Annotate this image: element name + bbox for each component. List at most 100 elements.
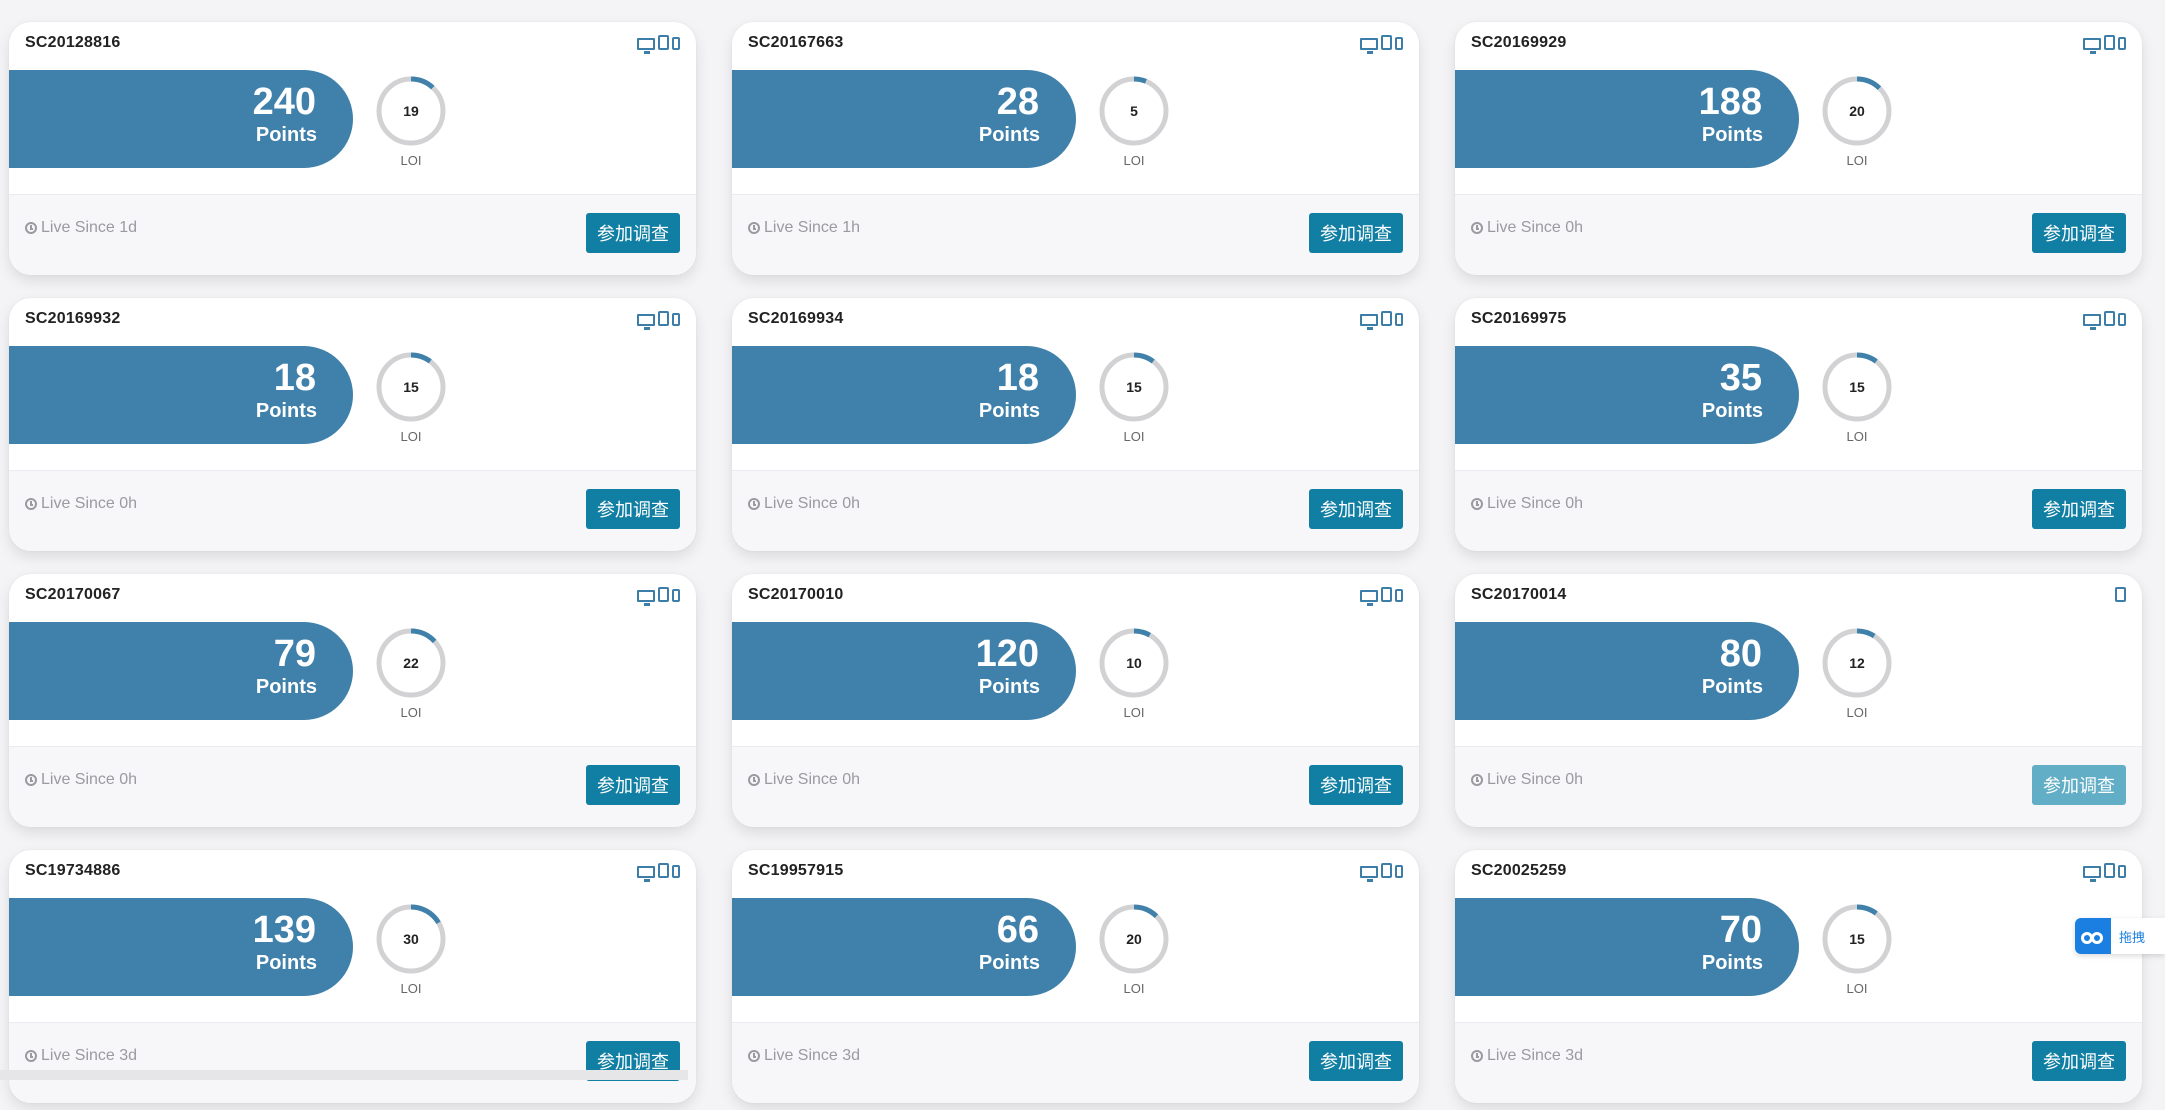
join-survey-button[interactable]: 参加调查 [586,213,680,253]
survey-card: SC19957915 desktop-icontablet-iconphone-… [732,850,1419,1103]
card-footer: Live Since 0h 参加调查 [1455,194,2142,275]
live-since: Live Since 3d [25,1047,137,1065]
live-since: Live Since 0h [1471,771,1583,789]
desktop-icon: desktop-icon [2083,38,2101,54]
points-pill: 240 Points [9,70,353,168]
phone-icon: phone-icon [672,865,680,878]
points-value: 66 [996,909,1039,951]
desktop-icon: desktop-icon [1360,38,1378,54]
card-footer: Live Since 3d 参加调查 [9,1022,696,1103]
survey-card: SC20169975 desktop-icontablet-iconphone-… [1455,298,2142,551]
points-label: Points [255,952,317,974]
survey-card: SC20170010 desktop-icontablet-iconphone-… [732,574,1419,827]
points-pill: 28 Points [732,70,1076,168]
join-survey-button[interactable]: 参加调查 [586,489,680,529]
points-pill: 80 Points [1455,622,1799,720]
phone-icon: phone-icon [672,37,680,50]
survey-card: SC20169929 desktop-icontablet-iconphone-… [1455,22,2142,275]
live-since: Live Since 0h [1471,495,1583,513]
loi-label: LOI [1846,153,1868,168]
survey-card: SC20128816 desktop-icontablet-iconphone-… [9,22,696,275]
join-survey-button[interactable]: 参加调查 [1309,489,1403,529]
points-pill: 18 Points [732,346,1076,444]
join-survey-button[interactable]: 参加调查 [2032,765,2126,805]
survey-id: SC20170010 [748,586,844,603]
tablet-icon: tablet-icon [1381,311,1392,326]
loi-value: 15 [1849,379,1865,395]
tablet-icon: tablet-icon [1381,863,1392,878]
live-since: Live Since 3d [748,1047,860,1065]
desktop-icon: desktop-icon [637,314,655,330]
points-pill: 79 Points [9,622,353,720]
tablet-icon: tablet-icon [658,863,669,878]
card-footer: Live Since 0h 参加调查 [9,746,696,827]
tablet-icon: tablet-icon [2104,311,2115,326]
loi-label: LOI [1846,705,1868,720]
join-survey-button[interactable]: 参加调查 [1309,1041,1403,1081]
card-footer: Live Since 0h 参加调查 [1455,746,2142,827]
loi-label: LOI [1846,429,1868,444]
points-value: 70 [1719,909,1762,951]
join-survey-button[interactable]: 参加调查 [1309,213,1403,253]
card-footer: Live Since 3d 参加调查 [732,1022,1419,1103]
loi-value: 15 [1126,379,1142,395]
phone-icon: phone-icon [2118,313,2126,326]
live-since-text: Live Since 0h [764,771,861,788]
clock-icon [1471,774,1483,786]
device-icons: desktop-icontablet-iconphone-icon [1360,311,1403,330]
card-footer: Live Since 3d 参加调查 [1455,1022,2142,1103]
clock-icon [748,222,760,234]
join-survey-button[interactable]: 参加调查 [2032,489,2126,529]
survey-id: SC20169975 [1471,310,1567,327]
card-footer: Live Since 0h 参加调查 [1455,470,2142,551]
tablet-icon: tablet-icon [2104,863,2115,878]
live-since-text: Live Since 1d [41,219,138,236]
points-label: Points [1701,400,1763,422]
live-since-text: Live Since 3d [41,1047,138,1064]
device-icons: desktop-icontablet-iconphone-icon [637,311,680,330]
tablet-icon: tablet-icon [2104,35,2115,50]
loi-label: LOI [400,153,422,168]
floating-widget[interactable]: 拖拽 [2075,918,2165,954]
survey-id: SC19957915 [748,862,844,879]
points-value: 188 [1698,81,1762,123]
join-survey-button[interactable]: 参加调查 [1309,765,1403,805]
survey-id: SC20169934 [748,310,844,327]
live-since: Live Since 0h [25,495,137,513]
live-since-text: Live Since 3d [1487,1047,1584,1064]
live-since-text: Live Since 0h [764,495,861,512]
cloud-icon[interactable] [2075,918,2111,954]
clock-icon [1471,1050,1483,1062]
survey-grid: SC20128816 desktop-icontablet-iconphone-… [9,22,2142,1110]
loi-label: LOI [1123,981,1145,996]
live-since-text: Live Since 0h [41,771,138,788]
clock-icon [25,774,37,786]
points-value: 120 [975,633,1039,675]
loi-value: 22 [403,655,419,671]
status-strip [0,1070,688,1080]
points-value: 79 [273,633,316,675]
survey-id: SC20167663 [748,34,844,51]
clock-icon [1471,498,1483,510]
loi-label: LOI [1123,705,1145,720]
live-since: Live Since 0h [25,771,137,789]
points-label: Points [1701,676,1763,698]
desktop-icon: desktop-icon [2083,866,2101,882]
join-survey-button[interactable]: 参加调查 [2032,213,2126,253]
survey-id: SC20169932 [25,310,121,327]
card-footer: Live Since 0h 参加调查 [732,746,1419,827]
points-label: Points [978,400,1040,422]
points-value: 18 [996,357,1039,399]
join-survey-button[interactable]: 参加调查 [2032,1041,2126,1081]
survey-id: SC20025259 [1471,862,1567,879]
clock-icon [748,498,760,510]
survey-card: SC20170014 tablet-icon 80 Points 12 LOI … [1455,574,2142,827]
phone-icon: phone-icon [1395,865,1403,878]
points-pill: 188 Points [1455,70,1799,168]
points-pill: 66 Points [732,898,1076,996]
points-label: Points [978,124,1040,146]
join-survey-button[interactable]: 参加调查 [586,765,680,805]
points-value: 35 [1719,357,1762,399]
survey-card: SC20167663 desktop-icontablet-iconphone-… [732,22,1419,275]
live-since-text: Live Since 3d [764,1047,861,1064]
